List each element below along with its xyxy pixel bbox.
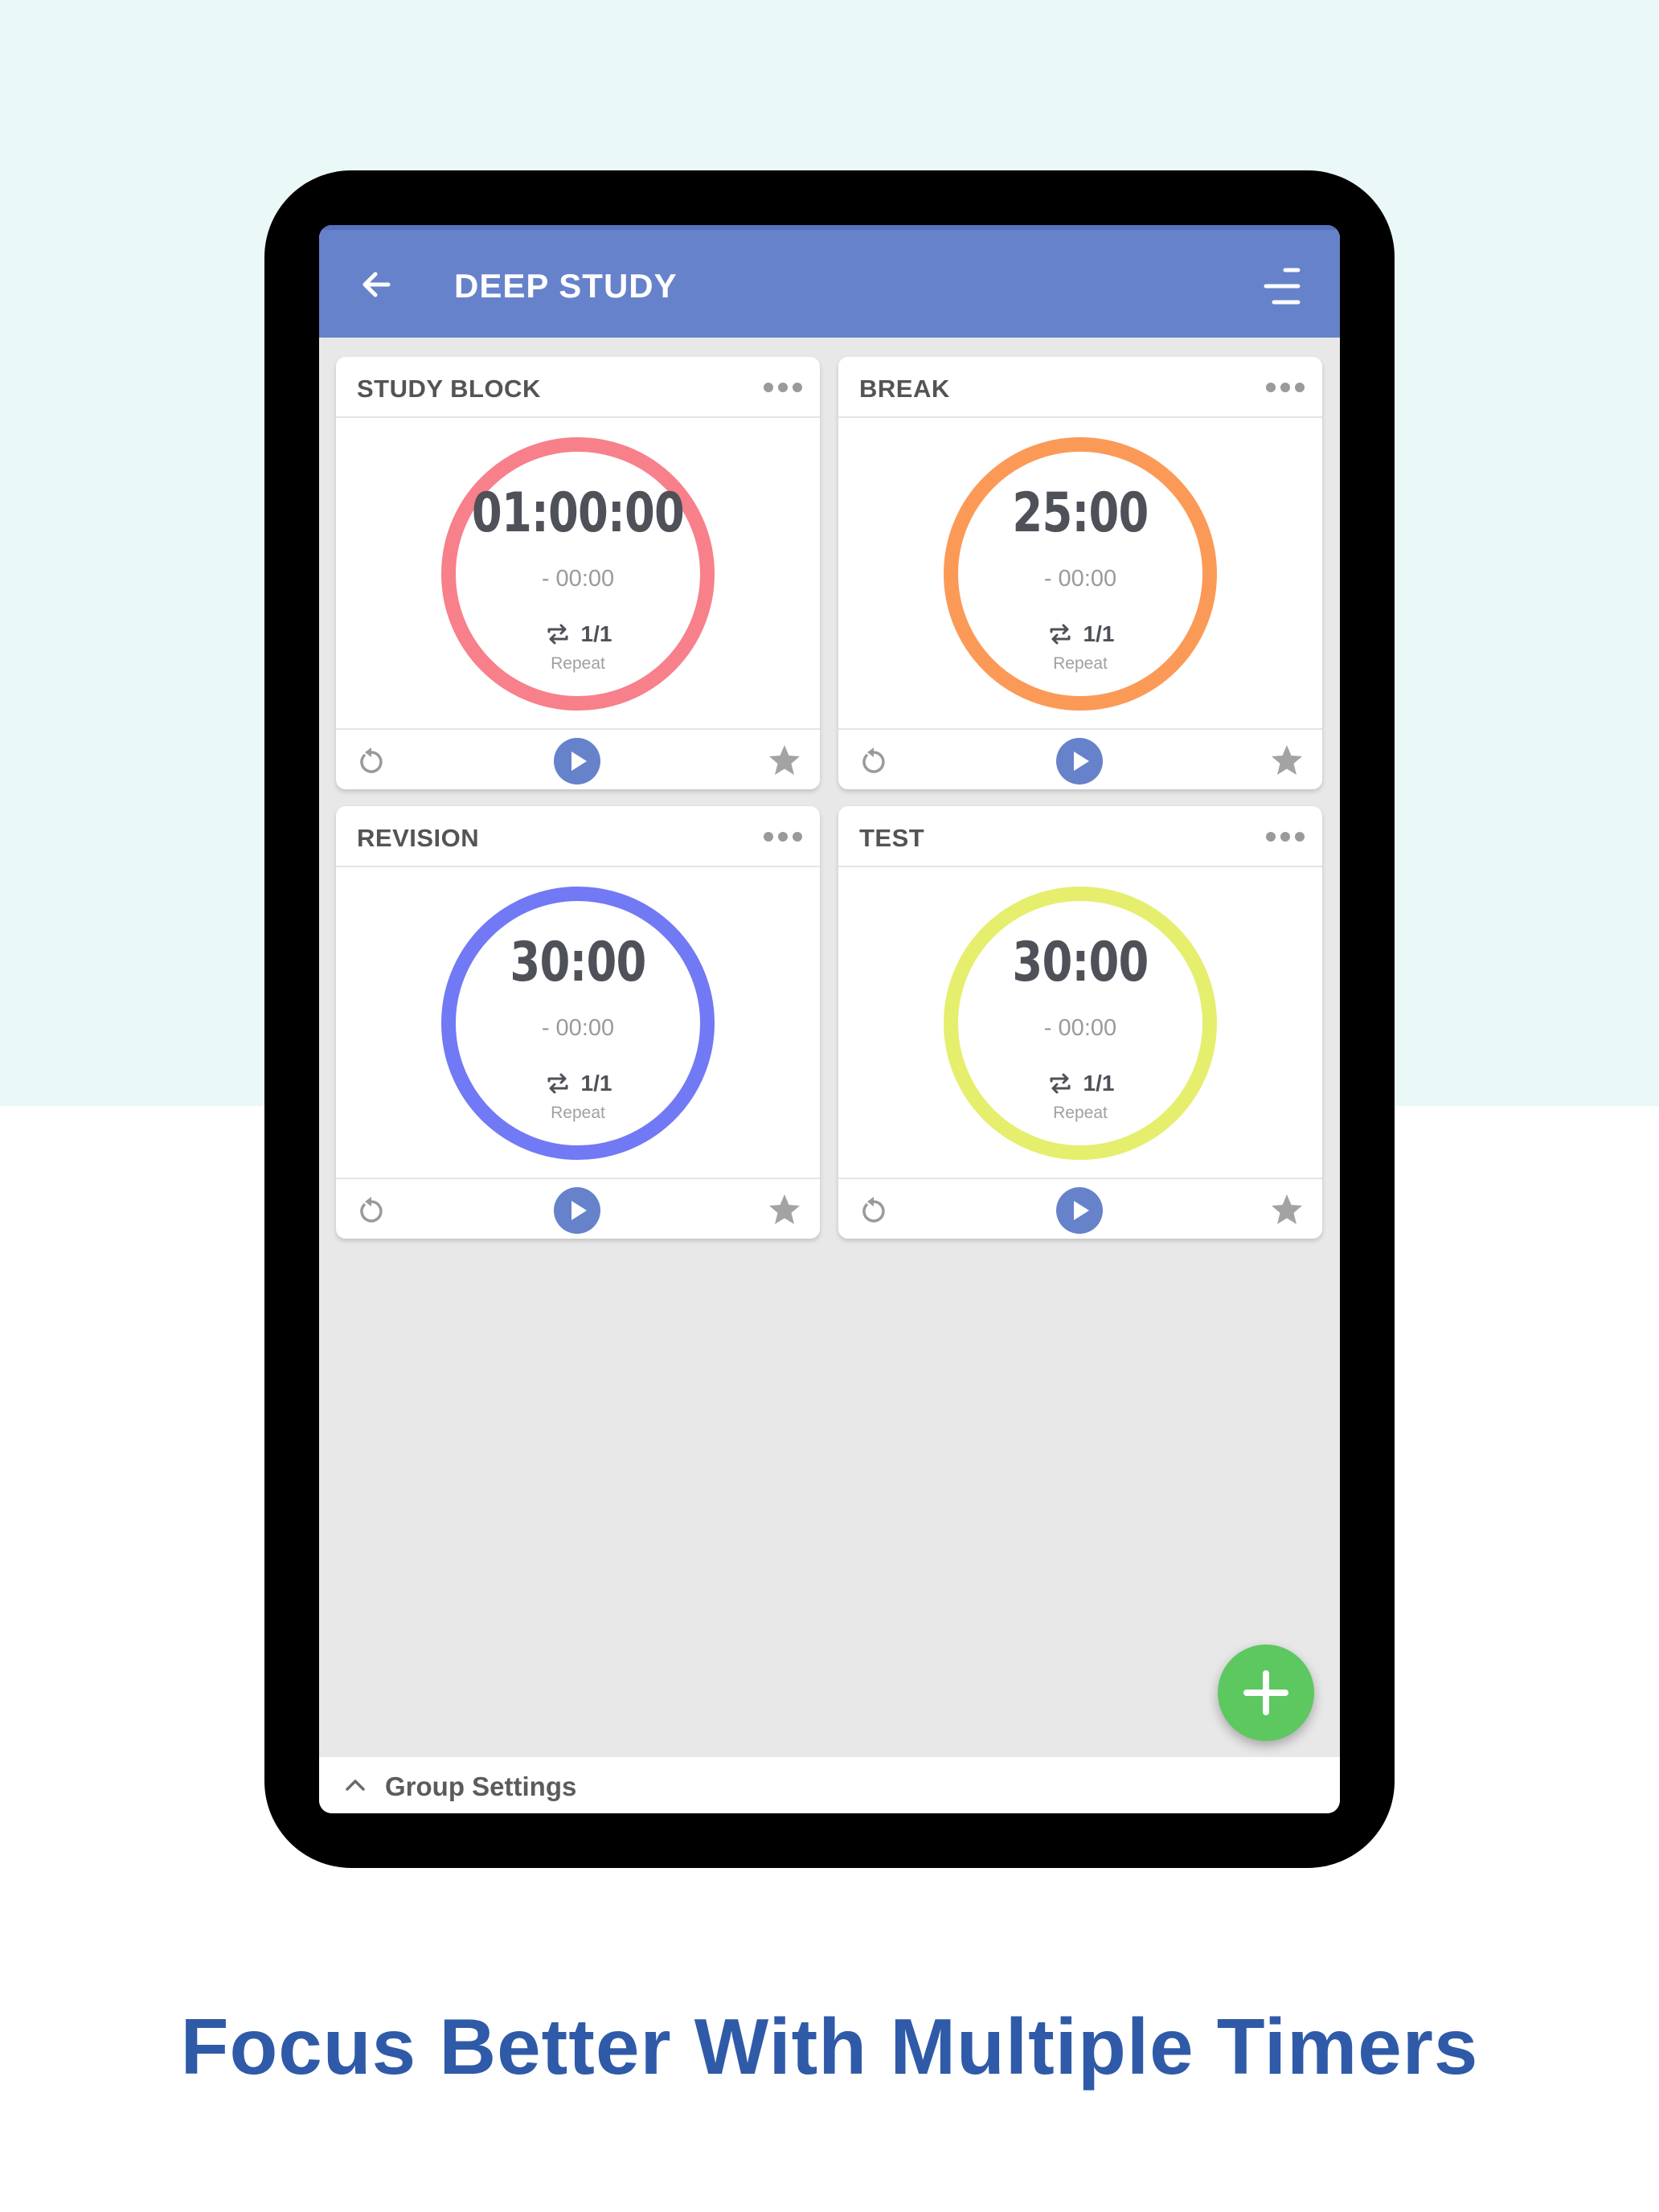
- star-icon[interactable]: [1269, 1192, 1305, 1227]
- reset-icon[interactable]: [856, 744, 891, 780]
- repeat-icon: [1050, 624, 1071, 645]
- repeat-label: Repeat: [551, 654, 605, 673]
- card-header: REVISION: [336, 806, 820, 867]
- more-options-icon[interactable]: [1263, 373, 1308, 402]
- timer-name: BREAK: [859, 375, 950, 403]
- play-button[interactable]: [1056, 1187, 1103, 1234]
- repeat-label: Repeat: [1053, 654, 1108, 673]
- elapsed-time: - 00:00: [1043, 566, 1117, 592]
- repeat-count: 1/1: [1083, 621, 1115, 646]
- repeat-label: Repeat: [551, 1104, 605, 1122]
- timer-card-study-block[interactable]: STUDY BLOCK 01:00:00 - 00:00 1/1 Repeat: [336, 357, 820, 789]
- repeat-row: 1/1: [838, 618, 1322, 650]
- repeat-row: 1/1: [838, 1067, 1322, 1100]
- repeat-icon: [547, 1073, 568, 1094]
- reset-icon[interactable]: [856, 1194, 891, 1229]
- timer-name: REVISION: [357, 824, 480, 852]
- app-screen: DEEP STUDY STUDY BLOCK 01:00:00 - 00:00 …: [319, 225, 1340, 1813]
- marketing-caption: Focus Better With Multiple Timers: [180, 2002, 1479, 2091]
- sort-menu-icon[interactable]: [1260, 264, 1305, 309]
- play-button[interactable]: [554, 1187, 600, 1234]
- play-button[interactable]: [554, 738, 600, 784]
- card-header: STUDY BLOCK: [336, 357, 820, 418]
- repeat-row: 1/1: [336, 618, 820, 650]
- card-header: BREAK: [838, 357, 1322, 418]
- reset-icon[interactable]: [354, 1194, 389, 1229]
- timer-card-break[interactable]: BREAK 25:00 - 00:00 1/1 Repeat: [838, 357, 1322, 789]
- timer-card-revision[interactable]: REVISION 30:00 - 00:00 1/1 Repeat: [336, 806, 820, 1239]
- group-settings-label: Group Settings: [385, 1772, 577, 1801]
- elapsed-time: - 00:00: [541, 566, 615, 592]
- star-icon[interactable]: [767, 743, 802, 778]
- timer-time: 30:00: [1012, 931, 1149, 994]
- repeat-icon: [547, 624, 568, 645]
- more-options-icon[interactable]: [1263, 822, 1308, 851]
- repeat-row: 1/1: [336, 1067, 820, 1100]
- card-footer: [838, 728, 1322, 789]
- app-bar: DEEP STUDY: [319, 225, 1340, 338]
- repeat-count: 1/1: [580, 621, 612, 646]
- timer-time: 01:00:00: [471, 481, 685, 545]
- chevron-up-icon: [343, 1773, 367, 1797]
- plus-icon: [1243, 1670, 1288, 1715]
- repeat-icon: [1050, 1073, 1071, 1094]
- card-footer: [336, 728, 820, 789]
- reset-icon[interactable]: [354, 744, 389, 780]
- page-title: DEEP STUDY: [454, 267, 678, 305]
- add-timer-button[interactable]: [1218, 1645, 1314, 1741]
- timer-name: STUDY BLOCK: [357, 375, 541, 403]
- card-footer: [336, 1178, 820, 1239]
- elapsed-time: - 00:00: [541, 1015, 615, 1041]
- timer-name: TEST: [859, 824, 925, 852]
- group-settings-bar[interactable]: Group Settings: [319, 1757, 1340, 1813]
- more-options-icon[interactable]: [760, 822, 805, 851]
- elapsed-time: - 00:00: [1043, 1015, 1117, 1041]
- repeat-count: 1/1: [1083, 1071, 1115, 1096]
- card-header: TEST: [838, 806, 1322, 867]
- back-arrow-icon[interactable]: [353, 260, 401, 309]
- repeat-label: Repeat: [1053, 1104, 1108, 1122]
- timer-card-test[interactable]: TEST 30:00 - 00:00 1/1 Repeat: [838, 806, 1322, 1239]
- play-button[interactable]: [1056, 738, 1103, 784]
- more-options-icon[interactable]: [760, 373, 805, 402]
- timer-time: 25:00: [1012, 481, 1149, 545]
- timer-time: 30:00: [510, 931, 646, 994]
- star-icon[interactable]: [767, 1192, 802, 1227]
- star-icon[interactable]: [1269, 743, 1305, 778]
- card-footer: [838, 1178, 1322, 1239]
- repeat-count: 1/1: [580, 1071, 612, 1096]
